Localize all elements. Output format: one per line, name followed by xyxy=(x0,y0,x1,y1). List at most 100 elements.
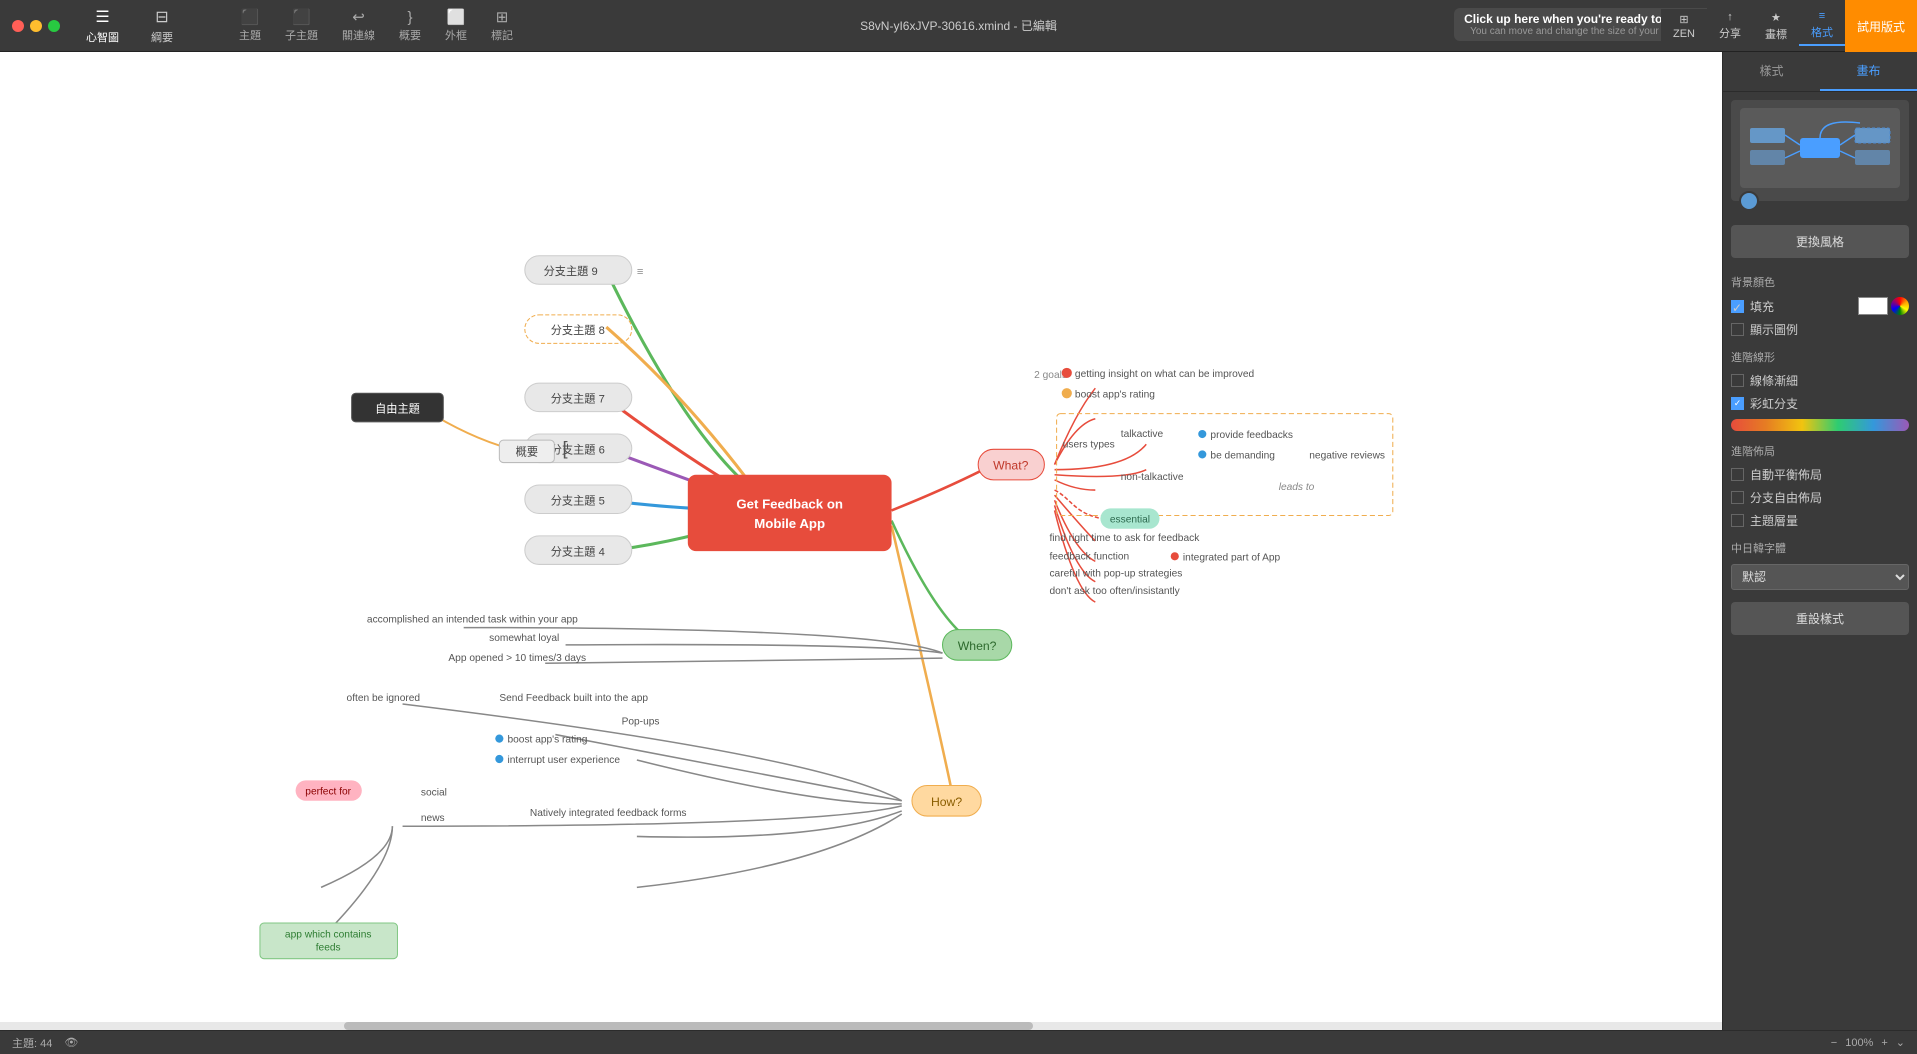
mindmap-icon: ☰ xyxy=(95,7,109,27)
svg-text:How?: How? xyxy=(931,795,962,809)
svg-text:Send Feedback built into the a: Send Feedback built into the app xyxy=(499,693,648,704)
tool-mark[interactable]: ⊞ 標記 xyxy=(481,5,523,46)
tool-topic[interactable]: ⬛ 主題 xyxy=(229,5,271,46)
svg-text:talkactive: talkactive xyxy=(1121,429,1164,440)
svg-text:分支主題 9: 分支主題 9 xyxy=(544,265,598,278)
fill-checkbox[interactable]: ✓ xyxy=(1731,300,1744,313)
svg-text:When?: When? xyxy=(958,639,997,653)
mindmap-svg: Get Feedback on Mobile App 分支主題 9 ≡ 分支主題… xyxy=(0,52,1722,1030)
svg-text:feedback function: feedback function xyxy=(1049,551,1129,562)
show-image-checkbox[interactable] xyxy=(1731,323,1744,336)
format-btn[interactable]: ≡ 格式 xyxy=(1799,6,1845,46)
reset-style-button[interactable]: 重設樣式 xyxy=(1731,602,1909,635)
svg-text:users types: users types xyxy=(1063,439,1115,450)
right-toolbar: ⊞ ZEN ↑ 分享 ★ 畫標 ≡ 格式 試用版式 xyxy=(1661,0,1917,52)
zoom-in-btn[interactable]: + xyxy=(1881,1037,1887,1049)
tab-canvas[interactable]: 畫布 xyxy=(1820,52,1917,91)
svg-text:getting insight on what can be: getting insight on what can be improved xyxy=(1075,369,1254,380)
fill-row: ✓ 填充 xyxy=(1723,294,1917,318)
show-image-row: 顯示圖例 xyxy=(1723,318,1917,341)
svg-text:social: social xyxy=(421,788,447,799)
svg-text:leads to: leads to xyxy=(1279,482,1315,493)
zoom-dropdown-icon[interactable]: ⌄ xyxy=(1896,1036,1905,1049)
auto-balance-row: 自動平衡佈局 xyxy=(1723,463,1917,486)
svg-text:perfect for: perfect for xyxy=(305,787,351,798)
titlebar: ☰ 心智圖 ⊟ 綱要 ⬛ 主題 ⬛ 子主題 ↩ 關連線 } 概要 ⬜ 外框 ⊞ xyxy=(0,0,1917,52)
svg-text:non-talkactive: non-talkactive xyxy=(1121,472,1184,483)
preview-box xyxy=(1731,100,1909,201)
color-picker-btn[interactable] xyxy=(1891,297,1909,315)
svg-text:somewhat loyal: somewhat loyal xyxy=(489,633,559,644)
auto-balance-label: 自動平衡佈局 xyxy=(1750,466,1822,483)
rainbow-gradient-bar xyxy=(1731,419,1909,431)
taper-label: 線條漸細 xyxy=(1750,372,1798,389)
taper-row: 線條漸細 xyxy=(1723,369,1917,392)
close-button[interactable] xyxy=(12,20,24,32)
window-title: S8vN-yI6xJVP-30616.xmind - 已編輯 xyxy=(860,17,1057,34)
minimize-button[interactable] xyxy=(30,20,42,32)
color-pickers xyxy=(1858,297,1909,315)
color-white-box[interactable] xyxy=(1858,297,1888,315)
svg-text:What?: What? xyxy=(993,459,1029,473)
right-panel: 樣式 畫布 更換風格 背景顏色 xyxy=(1722,52,1917,1030)
svg-text:分支主題 7: 分支主題 7 xyxy=(551,392,605,405)
background-color-section-title: 背景顏色 xyxy=(1723,266,1917,294)
tool-connection[interactable]: ↩ 關連線 xyxy=(332,5,385,46)
tool-boundary[interactable]: ⬜ 外框 xyxy=(435,5,477,46)
zoom-out-btn[interactable]: − xyxy=(1831,1037,1837,1049)
svg-text:分支主題 4: 分支主題 4 xyxy=(551,545,605,558)
change-style-button[interactable]: 更換風格 xyxy=(1731,225,1909,258)
cjk-font-select[interactable]: 默認 xyxy=(1731,564,1909,590)
topic-level-label: 主題層量 xyxy=(1750,512,1798,529)
trial-button[interactable]: 試用版式 xyxy=(1845,0,1917,52)
svg-text:≡: ≡ xyxy=(637,266,644,278)
auto-balance-checkbox[interactable] xyxy=(1731,468,1744,481)
tab-style[interactable]: 樣式 xyxy=(1723,52,1820,91)
show-image-label: 顯示圖例 xyxy=(1750,321,1798,338)
eye-icon: 👁 xyxy=(64,1036,78,1049)
topic-count: 主題: 44 xyxy=(12,1035,52,1051)
tool-subtopic[interactable]: ⬛ 子主題 xyxy=(275,5,328,46)
left-nav: ☰ 心智圖 ⊟ 綱要 xyxy=(70,3,189,49)
tool-summary[interactable]: } 概要 xyxy=(389,6,431,46)
svg-text:分支主題 6: 分支主題 6 xyxy=(551,443,605,456)
free-branch-checkbox[interactable] xyxy=(1731,491,1744,504)
svg-text:find right time to ask for fee: find right time to ask for feedback xyxy=(1049,533,1200,544)
topic-level-checkbox[interactable] xyxy=(1731,514,1744,527)
svg-text:分支主題 5: 分支主題 5 xyxy=(551,494,605,507)
svg-text:careful with pop-up strategies: careful with pop-up strategies xyxy=(1049,569,1182,580)
window-controls xyxy=(0,20,60,32)
nav-mindmap[interactable]: ☰ 心智圖 xyxy=(70,3,135,49)
svg-text:[: [ xyxy=(563,437,568,458)
svg-text:essential: essential xyxy=(1110,515,1150,526)
color-circle[interactable] xyxy=(1739,191,1759,211)
share-btn[interactable]: ↑ 分享 xyxy=(1707,7,1753,45)
svg-text:Pop-ups: Pop-ups xyxy=(622,716,660,727)
svg-text:Mobile App: Mobile App xyxy=(754,516,825,531)
svg-text:accomplished an intended task: accomplished an intended task within you… xyxy=(367,615,578,626)
nav-outline-label: 綱要 xyxy=(151,29,173,45)
zen-btn[interactable]: ⊞ ZEN xyxy=(1661,9,1707,44)
svg-text:boost app's rating: boost app's rating xyxy=(1075,389,1155,400)
rainbow-checkbox[interactable]: ✓ xyxy=(1731,397,1744,410)
svg-text:interrupt user experience: interrupt user experience xyxy=(507,755,620,766)
main-content: Get Feedback on Mobile App 分支主題 9 ≡ 分支主題… xyxy=(0,52,1917,1030)
svg-text:分支主題 8: 分支主題 8 xyxy=(551,324,605,337)
svg-text:integrated part of App: integrated part of App xyxy=(1183,552,1281,563)
advanced-shape-title: 進階線形 xyxy=(1723,341,1917,369)
fill-label: 填充 xyxy=(1750,298,1774,315)
svg-text:often be ignored: often be ignored xyxy=(347,693,421,704)
svg-text:App opened > 10 times/3 days: App opened > 10 times/3 days xyxy=(448,653,586,664)
svg-text:boost app's rating: boost app's rating xyxy=(507,735,587,746)
free-branch-label: 分支自由佈局 xyxy=(1750,489,1822,506)
taper-checkbox[interactable] xyxy=(1731,374,1744,387)
rainbow-row: ✓ 彩虹分支 xyxy=(1723,392,1917,415)
svg-text:概要: 概要 xyxy=(516,445,538,458)
canvas-area[interactable]: Get Feedback on Mobile App 分支主題 9 ≡ 分支主題… xyxy=(0,52,1722,1030)
nav-outline[interactable]: ⊟ 綱要 xyxy=(135,3,189,49)
svg-text:自由主題: 自由主題 xyxy=(375,402,420,416)
svg-text:provide feedbacks: provide feedbacks xyxy=(1210,430,1293,441)
maximize-button[interactable] xyxy=(48,20,60,32)
advanced-layout-title: 進階佈局 xyxy=(1723,435,1917,463)
bookmark-btn[interactable]: ★ 畫標 xyxy=(1753,7,1799,46)
